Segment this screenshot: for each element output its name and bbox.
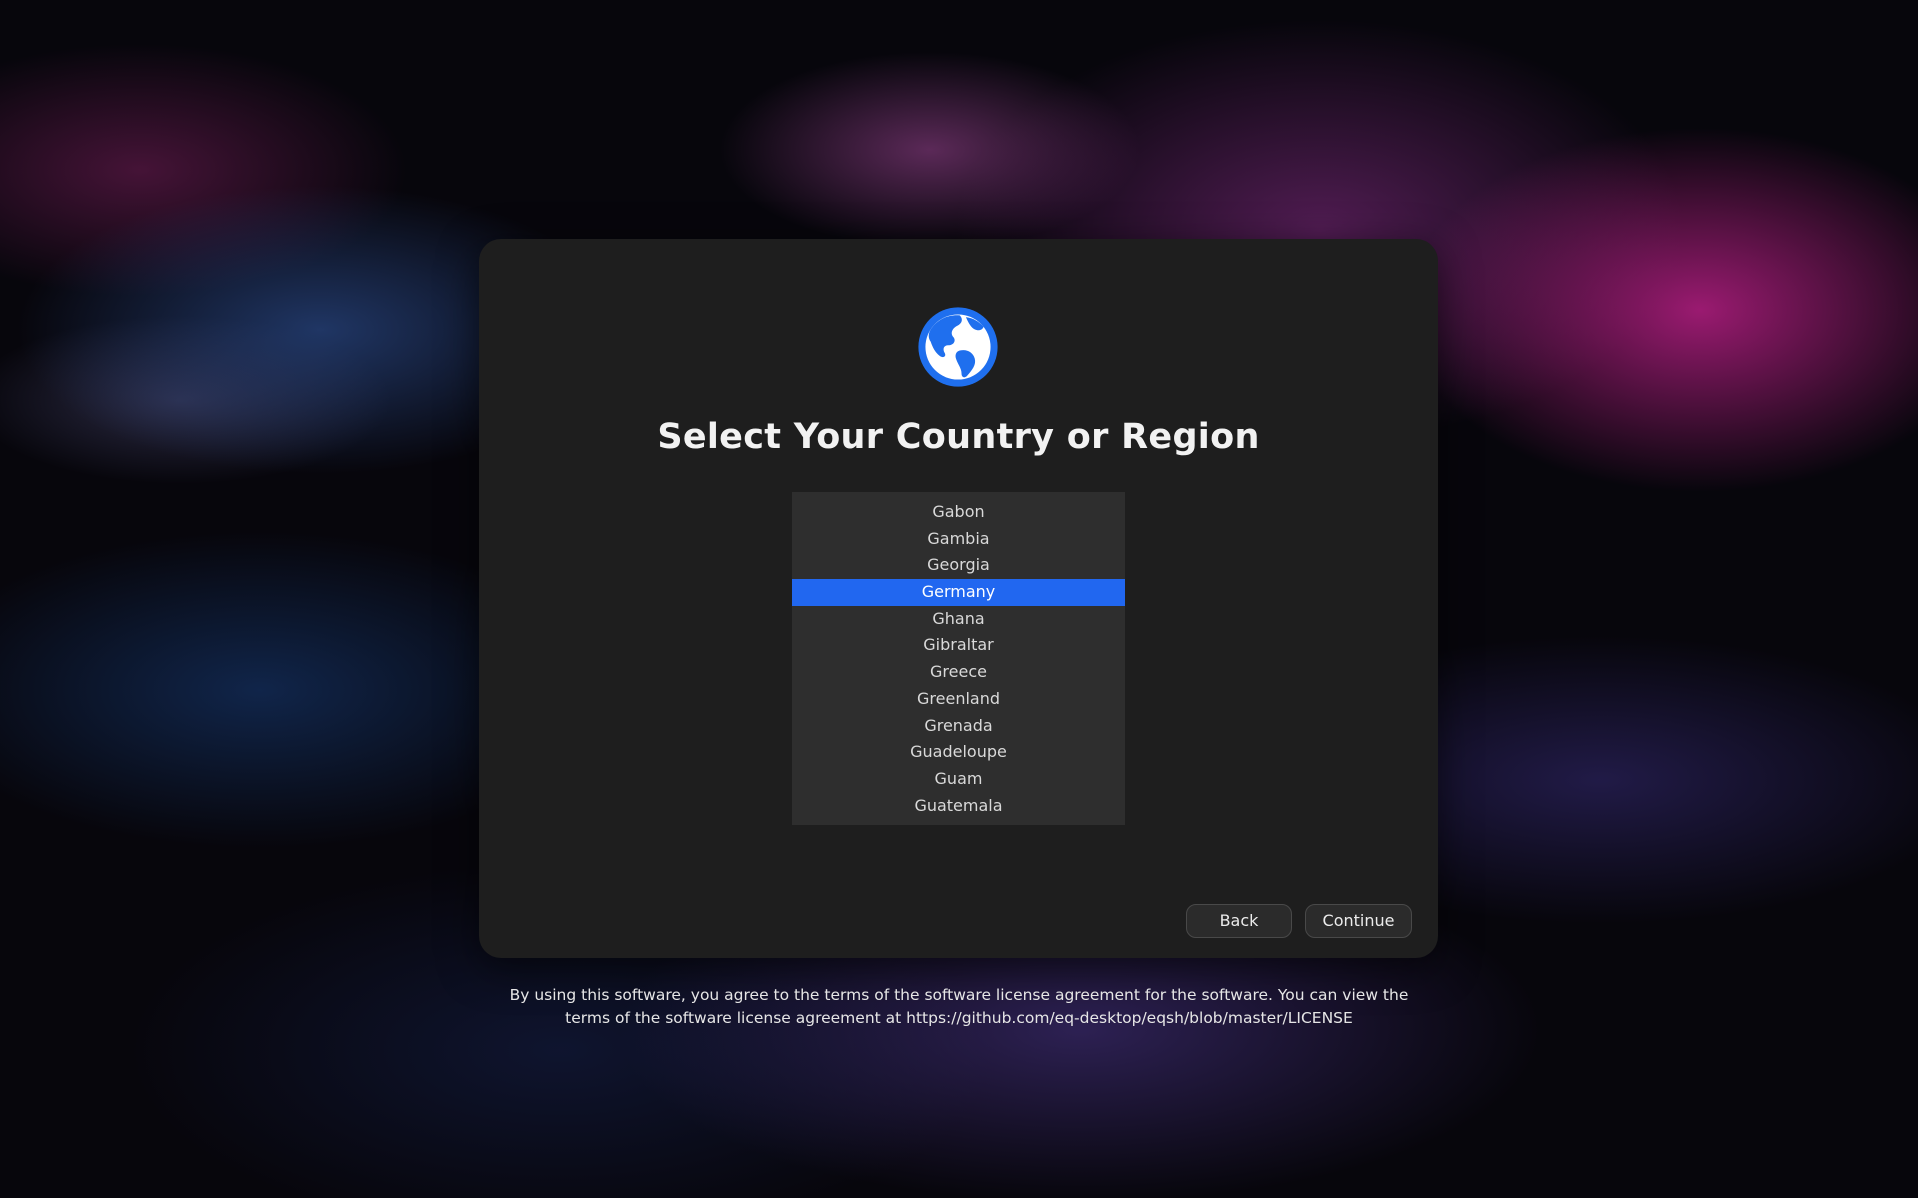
continue-button[interactable]: Continue (1305, 904, 1412, 938)
globe-icon (914, 303, 1002, 391)
list-item[interactable]: Gibraltar (792, 632, 1125, 659)
list-item[interactable]: Greece (792, 659, 1125, 686)
list-item[interactable]: Guadeloupe (792, 739, 1125, 766)
license-line-1: By using this software, you agree to the… (509, 986, 1409, 1004)
dialog-title: Select Your Country or Region (657, 417, 1260, 457)
list-item[interactable]: Gabon (792, 499, 1125, 526)
license-line-2: terms of the software license agreement … (565, 1009, 1353, 1027)
list-item[interactable]: Georgia (792, 552, 1125, 579)
setup-dialog: Select Your Country or Region Gabon Gambi… (479, 239, 1438, 958)
back-button[interactable]: Back (1186, 904, 1292, 938)
list-item[interactable]: Guatemala (792, 793, 1125, 820)
country-list[interactable]: Gabon Gambia Georgia Germany Ghana Gibraltar G… (792, 492, 1125, 825)
list-item[interactable]: Greenland (792, 686, 1125, 713)
list-item[interactable]: Gambia (792, 526, 1125, 553)
list-item[interactable]: Ghana (792, 606, 1125, 633)
list-item[interactable]: Guam (792, 766, 1125, 793)
list-item-selected[interactable]: Germany (792, 579, 1125, 606)
list-item[interactable]: Grenada (792, 713, 1125, 740)
license-notice: By using this software, you agree to the… (409, 984, 1509, 1030)
